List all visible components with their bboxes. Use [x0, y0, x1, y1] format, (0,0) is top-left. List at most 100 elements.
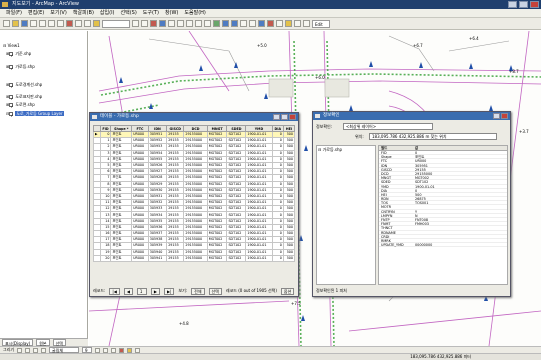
layer-checkbox[interactable]: ✓: [9, 95, 14, 101]
print-icon[interactable]: [30, 20, 37, 27]
toc-layer-5[interactable]: ⊟✓ 도로_가로등 Group Layer: [6, 111, 64, 118]
select-features-icon[interactable]: [240, 20, 247, 27]
bold-icon[interactable]: [95, 347, 101, 353]
rotate-icon[interactable]: [25, 347, 31, 353]
table-cell[interactable]: 20: [99, 254, 112, 262]
editor-dropdown[interactable]: Edit: [312, 19, 330, 28]
menu-file[interactable]: 파일(F): [6, 9, 22, 17]
identify-titlebar[interactable]: 정보확인: [313, 112, 510, 120]
layer-checkbox[interactable]: ✓: [9, 52, 14, 58]
field-row[interactable]: UPDATE_YMD 00000000: [379, 243, 507, 248]
close-button[interactable]: [530, 1, 539, 8]
command-line-icon[interactable]: [150, 20, 157, 27]
maximize-button[interactable]: [519, 1, 528, 8]
map-scale-input[interactable]: [102, 19, 130, 28]
cut-icon[interactable]: [39, 20, 46, 27]
show-all-button[interactable]: 전체: [191, 287, 205, 295]
record-number-input[interactable]: 1: [136, 287, 147, 295]
redo-icon[interactable]: [84, 20, 91, 27]
line-color-icon[interactable]: [135, 347, 141, 353]
full-extent-icon[interactable]: [213, 20, 220, 27]
menu-tools[interactable]: 도구(T): [143, 9, 159, 17]
delete-icon[interactable]: [66, 20, 73, 27]
paste-icon[interactable]: [57, 20, 64, 27]
menu-view[interactable]: 보기(V): [50, 9, 67, 17]
underline-icon[interactable]: [111, 347, 117, 353]
menu-edit[interactable]: 편집(E): [28, 9, 44, 17]
tab-source[interactable]: 원본: [36, 339, 50, 346]
table-cell[interactable]: 29155000: [183, 254, 208, 262]
attribute-table-titlebar[interactable]: 테이블 - 가로등.shp: [90, 113, 298, 121]
add-data-icon[interactable]: [93, 20, 100, 27]
layer-checkbox[interactable]: ✓: [9, 83, 14, 89]
pan-icon[interactable]: [204, 20, 211, 27]
tab-display[interactable]: 표시(Display): [2, 339, 34, 346]
table-cell[interactable]: 305941: [147, 254, 168, 262]
time-slider-icon[interactable]: [303, 20, 310, 27]
layer-checkbox[interactable]: ✓: [9, 112, 14, 118]
fixed-zoom-in-icon[interactable]: [186, 20, 193, 27]
minimize-button[interactable]: [493, 113, 500, 119]
save-icon[interactable]: [21, 20, 28, 27]
close-button[interactable]: [501, 113, 508, 119]
zoom-in-icon[interactable]: [168, 20, 175, 27]
back-extent-icon[interactable]: [222, 20, 229, 27]
first-record-button[interactable]: |◀: [109, 287, 120, 295]
toc-root[interactable]: ⊟ View1: [3, 43, 20, 48]
table-cell[interactable]: 29155: [166, 254, 185, 262]
zoom-out-icon[interactable]: [177, 20, 184, 27]
editor-icon[interactable]: [132, 20, 139, 27]
prev-record-button[interactable]: ◀: [123, 287, 133, 295]
toc-layer-3[interactable]: ⊞✓ 도로표지판.shp: [6, 94, 42, 101]
minimize-button[interactable]: [273, 114, 280, 120]
undo-icon[interactable]: [75, 20, 82, 27]
select-arrow-icon[interactable]: [17, 347, 23, 353]
table-cell[interactable]: MGT002: [206, 254, 228, 262]
arctoolbox-icon[interactable]: [141, 20, 148, 27]
table-cell[interactable]: 500: [282, 254, 296, 262]
fill-color-icon[interactable]: [127, 347, 133, 353]
toc-layer-4[interactable]: ⊞✓ 도로면.shp: [6, 102, 35, 109]
fixed-zoom-out-icon[interactable]: [195, 20, 202, 27]
measure-icon[interactable]: [276, 20, 283, 27]
table-icon[interactable]: [159, 20, 166, 27]
table-cell[interactable]: 포인트: [110, 254, 133, 262]
forward-extent-icon[interactable]: [231, 20, 238, 27]
close-button[interactable]: [289, 114, 296, 120]
find-icon[interactable]: [267, 20, 274, 27]
identify-icon[interactable]: [258, 20, 265, 27]
table-cell[interactable]: 1900-01-01: [245, 254, 273, 262]
options-button[interactable]: 옵션: [280, 287, 295, 295]
italic-icon[interactable]: [103, 347, 109, 353]
toc-layer-1[interactable]: ⊞✓ 가로등.shp: [6, 64, 35, 71]
layer-checkbox[interactable]: ✓: [9, 65, 14, 71]
html-popup-icon[interactable]: [294, 20, 301, 27]
identify-from-dropdown[interactable]: <최상위 레이어>: [343, 123, 433, 130]
menu-insert[interactable]: 삽입(I): [100, 9, 115, 17]
minimize-button[interactable]: [508, 1, 517, 8]
next-record-button[interactable]: ▶: [150, 287, 160, 295]
tab-selection[interactable]: 선택: [52, 339, 66, 346]
layer-checkbox[interactable]: ✓: [9, 103, 14, 109]
table-cell[interactable]: SDT102: [226, 254, 247, 262]
new-doc-icon[interactable]: [3, 20, 10, 27]
select-elements-icon[interactable]: [249, 20, 256, 27]
toc-layer-0[interactable]: ⊞✓ 기준.shp: [6, 51, 31, 58]
open-folder-icon[interactable]: [12, 20, 19, 27]
menu-bookmarks[interactable]: 책갈피(B): [73, 9, 94, 17]
table-cell[interactable]: UR000: [131, 254, 149, 262]
toc-layer-2[interactable]: ⊞✓ 도로경계선.shp: [6, 82, 42, 89]
menu-selection[interactable]: 선택(S): [121, 9, 137, 17]
menu-window[interactable]: 창(W): [165, 9, 178, 17]
tree-item[interactable]: ⊟ 가로등.shp: [318, 147, 342, 152]
text-icon[interactable]: [41, 347, 47, 353]
maximize-button[interactable]: [281, 114, 288, 120]
table-row[interactable]: 20 포인트 UR000 305941 29155 29155000 MGT002 SDT10…: [93, 254, 296, 262]
table-cell[interactable]: 0: [271, 254, 284, 262]
show-selected-button[interactable]: 선택: [208, 287, 222, 295]
font-color-icon[interactable]: [119, 347, 125, 353]
menu-help[interactable]: 도움말(H): [184, 9, 205, 17]
copy-icon[interactable]: [48, 20, 55, 27]
hyperlink-icon[interactable]: [285, 20, 292, 27]
rectangle-icon[interactable]: [33, 347, 39, 353]
